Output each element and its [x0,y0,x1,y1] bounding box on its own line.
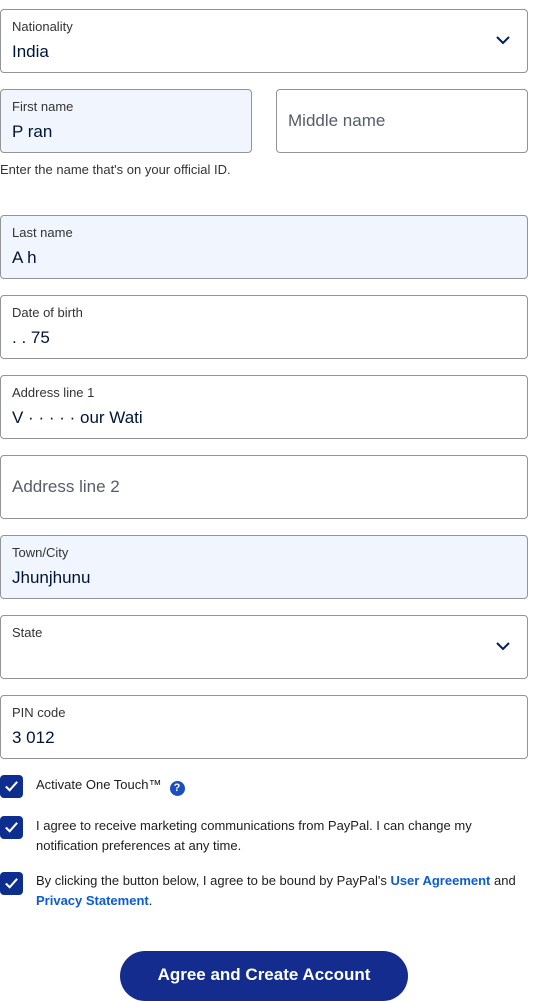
user-agreement-link[interactable]: User Agreement [390,873,490,888]
dob-label: Date of birth [12,305,83,320]
pin-code-field[interactable]: PIN code 3 012 [0,695,528,759]
agreement-text-before: By clicking the button below, I agree to… [36,873,391,888]
one-touch-checkbox[interactable] [0,775,23,798]
help-icon[interactable]: ? [169,780,185,796]
chevron-down-icon [496,642,510,651]
first-name-field[interactable]: First name P ran [0,89,252,153]
address-line2-placeholder: Address line 2 [12,477,120,496]
checkmark-icon [5,781,18,792]
last-name-value: A h [12,248,37,267]
marketing-label: I agree to receive marketing communicati… [36,818,472,853]
name-helper-text: Enter the name that's on your official I… [0,162,231,177]
address-line1-value: V · · · · · our Wati [12,408,143,427]
dob-field[interactable]: Date of birth . . 75 [0,295,528,359]
address-line2-field[interactable]: Address line 2 [0,455,528,519]
pin-code-value: 3 012 [12,728,55,747]
agree-create-account-button[interactable]: Agree and Create Account [120,951,408,1001]
agreement-checkbox[interactable] [0,872,23,895]
last-name-label: Last name [12,225,73,240]
checkmark-icon [5,822,18,833]
address-line1-field[interactable]: Address line 1 V · · · · · our Wati [0,375,528,439]
city-label: Town/City [12,545,69,560]
first-name-value: P ran [12,122,53,141]
privacy-statement-link[interactable]: Privacy Statement [36,893,149,908]
nationality-label: Nationality [12,19,73,34]
one-touch-label-row: Activate One Touch™? [36,775,531,796]
chevron-down-icon [496,36,510,45]
dob-value: . . 75 [12,328,50,347]
city-value: Jhunjhunu [12,568,91,587]
state-select[interactable]: State [0,615,528,679]
agreement-text: By clicking the button below, I agree to… [36,871,531,911]
state-label: State [12,625,43,640]
marketing-checkbox[interactable] [0,816,23,839]
first-name-label: First name [12,99,74,114]
last-name-field[interactable]: Last name A h [0,215,528,279]
middle-name-field[interactable]: Middle name [276,89,528,153]
agreement-and: and [490,873,516,888]
agreement-period: . [148,893,153,908]
one-touch-label: Activate One Touch™ [36,777,162,792]
address-line1-label: Address line 1 [12,385,95,400]
middle-name-placeholder: Middle name [288,111,386,130]
nationality-value: India [12,42,49,61]
checkmark-icon [5,878,18,889]
city-field[interactable]: Town/City Jhunjhunu [0,535,528,599]
pin-code-label: PIN code [12,705,66,720]
nationality-select[interactable]: Nationality India [0,9,528,73]
